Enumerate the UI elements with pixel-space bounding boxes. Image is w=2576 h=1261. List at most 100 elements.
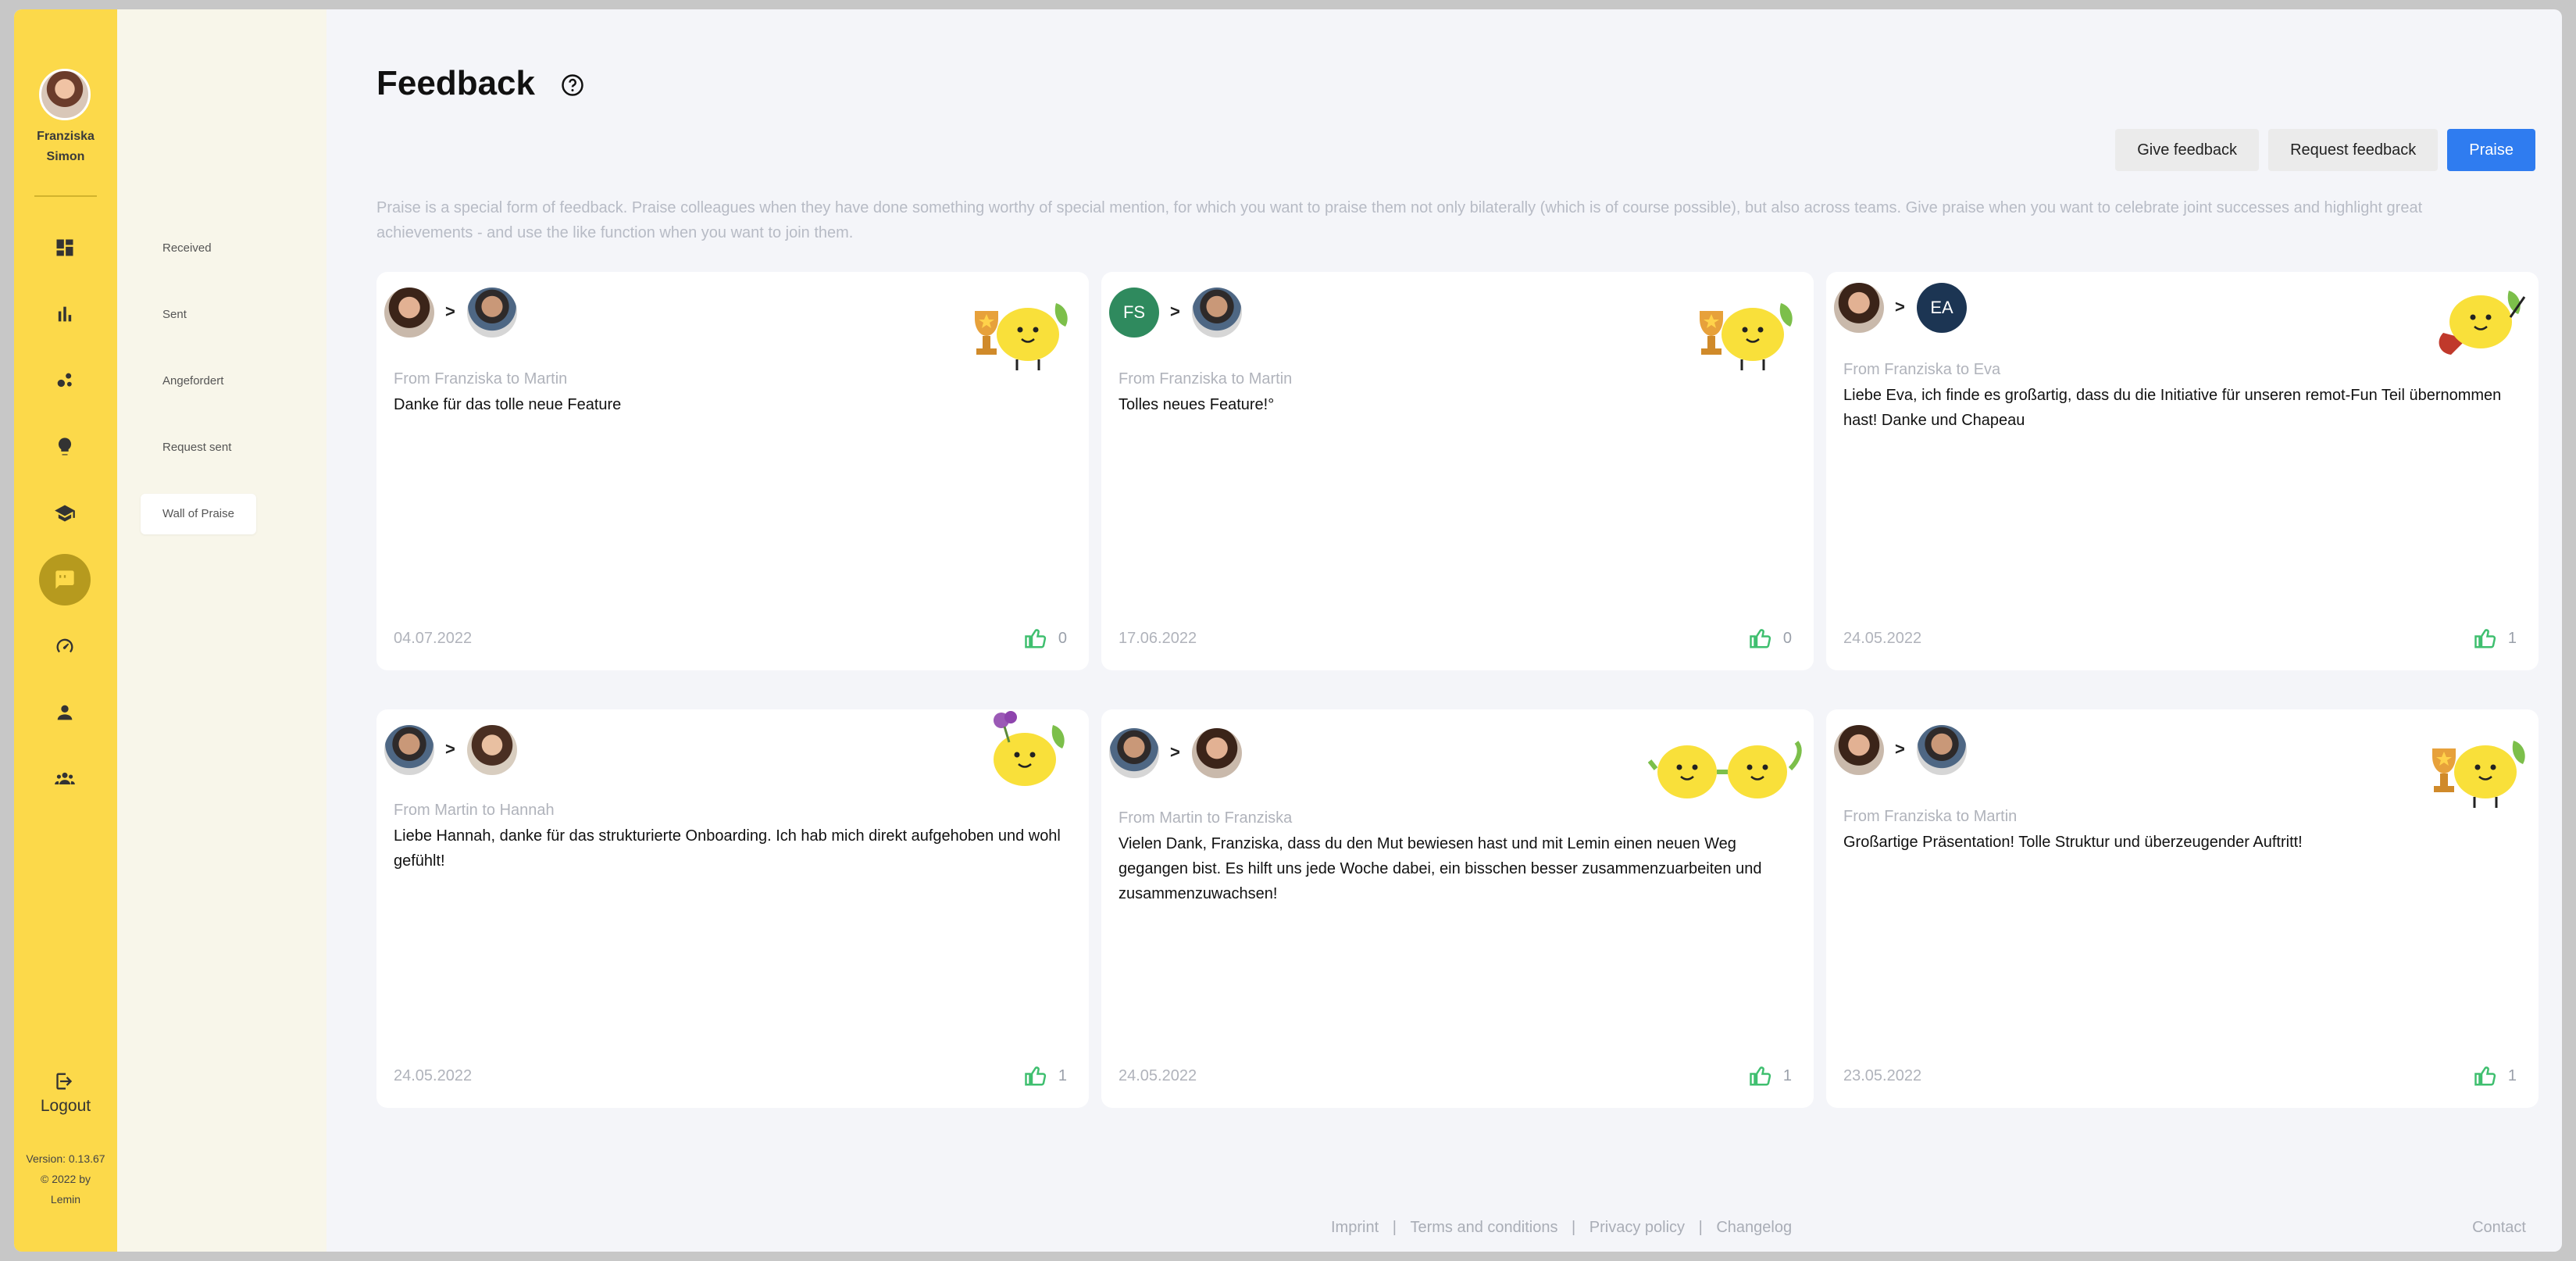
direction-arrow: > — [1895, 297, 1905, 316]
praise-date: 04.07.2022 — [394, 630, 473, 647]
praise-message: Großartige Präsentation! Tolle Struktur … — [1843, 834, 2303, 851]
footer-separator: | — [1572, 1219, 1576, 1236]
app-window: Franziska Simon Logout Version: 0.13.67 … — [14, 9, 2562, 1252]
thumbs-up-icon — [1025, 629, 1047, 648]
rail-item-feedback[interactable] — [39, 554, 91, 605]
rail-item-performance[interactable] — [39, 620, 91, 672]
from-to-label: From Martin to Hannah — [394, 802, 555, 819]
rail-item-learning[interactable] — [39, 488, 91, 539]
rail-item-profile[interactable] — [39, 687, 91, 738]
logout-label: Logout — [40, 1097, 91, 1115]
footer-links: Imprint | Terms and conditions | Privacy… — [1326, 1219, 1796, 1237]
flower-lemon-mascot-icon — [994, 711, 1065, 786]
footer-separator: | — [1392, 1219, 1397, 1236]
rail-item-network[interactable] — [39, 355, 91, 406]
imprint-link[interactable]: Imprint — [1331, 1219, 1379, 1236]
praise-card: > From Martin to Franziska Vielen Dank, … — [1101, 709, 1814, 1108]
praise-message: Danke für das tolle neue Feature — [394, 396, 622, 413]
changelog-link[interactable]: Changelog — [1716, 1219, 1792, 1236]
feedback-subnav: Received Sent Angefordert Request sent W… — [117, 9, 326, 1252]
like-count: 1 — [2507, 1066, 2517, 1084]
request-feedback-button[interactable]: Request feedback — [2268, 129, 2439, 171]
copyright-line: © 2022 by — [40, 1173, 91, 1185]
like-button[interactable]: 1 — [2474, 1064, 2517, 1088]
sender-avatar[interactable]: FS — [1109, 288, 1159, 338]
subnav-item-sent[interactable]: Sent — [141, 295, 209, 335]
like-count: 1 — [1058, 1066, 1067, 1084]
receiver-avatar[interactable] — [467, 725, 517, 775]
thumbs-up-icon — [2474, 629, 2496, 648]
dashboard-icon — [56, 239, 73, 256]
sender-avatar[interactable] — [1834, 283, 1884, 333]
footer-separator: | — [1698, 1219, 1703, 1236]
praise-card: > EA From Franziska to Eva Liebe Eva, ic… — [1826, 272, 2539, 670]
from-to-label: From Franziska to Eva — [1843, 361, 2001, 378]
like-count: 0 — [1782, 629, 1792, 647]
praise-button[interactable]: Praise — [2447, 129, 2535, 171]
lightbulb-icon — [58, 438, 72, 455]
receiver-avatar[interactable] — [1917, 725, 1967, 775]
version-line: Version: 0.13.67 — [26, 1152, 105, 1165]
praise-message: Liebe Hannah, danke für das strukturiert… — [394, 827, 1061, 870]
like-button[interactable]: 0 — [1024, 627, 1067, 650]
from-to-label: From Franziska to Martin — [394, 370, 568, 388]
icon-rail: Franziska Simon Logout Version: 0.13.67 … — [14, 9, 117, 1252]
praise-date: 24.05.2022 — [1843, 630, 1922, 647]
thumbs-up-icon — [1750, 1066, 1771, 1086]
action-buttons: Give feedback Request feedback Praise — [2115, 129, 2535, 171]
gauge-icon — [56, 638, 73, 653]
receiver-avatar[interactable] — [1192, 728, 1242, 778]
version-info: Version: 0.13.67 © 2022 by Lemin — [14, 1148, 117, 1209]
receiver-avatar[interactable] — [1192, 288, 1242, 338]
profile-last-name: Simon — [46, 150, 85, 163]
terms-link[interactable]: Terms and conditions — [1410, 1219, 1557, 1236]
praise-message: Tolles neues Feature!° — [1119, 396, 1275, 413]
logout-button[interactable]: Logout — [14, 1070, 117, 1116]
person-icon — [57, 705, 73, 720]
like-button[interactable]: 1 — [2474, 627, 2517, 650]
superhero-lemon-mascot-icon — [2439, 291, 2526, 355]
like-button[interactable]: 1 — [1024, 1064, 1067, 1088]
sender-avatar[interactable] — [1834, 725, 1884, 775]
trophy-lemon-mascot-icon — [975, 303, 1068, 370]
network-icon — [57, 373, 72, 388]
help-icon[interactable] — [561, 73, 584, 97]
bar-chart-icon — [58, 306, 72, 322]
subnav-item-requested[interactable]: Angefordert — [141, 361, 245, 402]
trophy-lemon-mascot-icon — [2432, 741, 2525, 808]
rail-item-statistics[interactable] — [39, 288, 91, 340]
subnav-item-received[interactable]: Received — [141, 228, 234, 269]
trophy-lemon-mascot-icon — [1700, 303, 1793, 370]
rail-item-dashboard[interactable] — [39, 222, 91, 273]
like-count: 1 — [2507, 629, 2517, 647]
praise-date: 23.05.2022 — [1843, 1067, 1922, 1084]
rail-item-team[interactable] — [39, 753, 91, 805]
thumbs-up-icon — [2474, 1066, 2496, 1086]
praise-description: Praise is a special form of feedback. Pr… — [376, 199, 2423, 241]
graduation-cap-icon — [55, 505, 75, 522]
rail-item-ideas[interactable] — [39, 421, 91, 473]
praise-message: Vielen Dank, Franziska, dass du den Mut … — [1119, 835, 1762, 902]
privacy-link[interactable]: Privacy policy — [1589, 1219, 1685, 1236]
praise-card: > From Martin to Hannah Liebe Hannah, da… — [376, 709, 1089, 1108]
contact-link[interactable]: Contact — [2472, 1219, 2526, 1237]
profile-name: Franziska Simon — [14, 127, 117, 167]
avatar[interactable] — [39, 69, 91, 120]
from-to-label: From Martin to Franziska — [1119, 809, 1293, 827]
thumbs-up-icon — [1750, 629, 1771, 648]
praise-message: Liebe Eva, ich finde es großartig, dass … — [1843, 387, 2502, 429]
receiver-avatar[interactable]: EA — [1917, 283, 1967, 333]
like-button[interactable]: 0 — [1749, 627, 1792, 650]
like-button[interactable]: 1 — [1749, 1064, 1792, 1088]
subnav-item-request-sent[interactable]: Request sent — [141, 427, 253, 468]
page-title: Feedback — [376, 64, 535, 102]
sender-avatar[interactable] — [384, 725, 434, 775]
subnav-item-wall-of-praise[interactable]: Wall of Praise — [141, 494, 256, 534]
like-count: 0 — [1058, 629, 1067, 647]
give-feedback-button[interactable]: Give feedback — [2115, 129, 2260, 171]
sender-avatar[interactable] — [384, 288, 434, 338]
receiver-avatar[interactable] — [467, 288, 517, 338]
praise-date: 24.05.2022 — [1119, 1067, 1197, 1084]
direction-arrow: > — [1170, 302, 1180, 321]
sender-avatar[interactable] — [1109, 728, 1159, 778]
